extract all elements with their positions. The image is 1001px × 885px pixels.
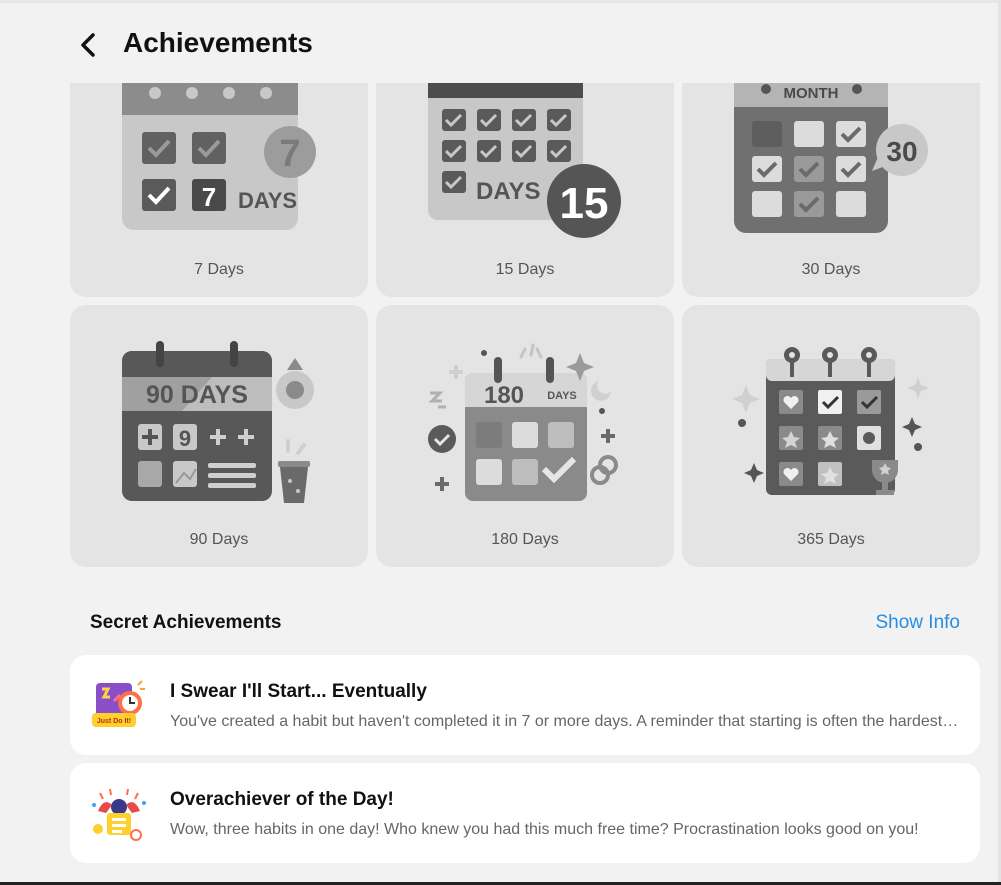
- show-info-link[interactable]: Show Info: [876, 612, 961, 634]
- badge-number: 7: [279, 133, 300, 175]
- just-do-it-icon: Just Do It!: [92, 680, 145, 727]
- secret-achievement-item[interactable]: Just Do It! I Swear I'll Start... Eventu…: [70, 655, 980, 755]
- number-text: 180: [484, 382, 524, 409]
- svg-text:9: 9: [179, 426, 191, 451]
- calendar-90-days-icon: 90 DAYS 9: [122, 341, 314, 503]
- achievement-label: 7 Days: [194, 261, 244, 278]
- achievement-label: 365 Days: [797, 531, 865, 548]
- badge-number: 15: [560, 179, 609, 228]
- chevron-left-icon: [81, 33, 95, 57]
- achievement-label: 180 Days: [491, 531, 559, 548]
- days-text: DAYS: [547, 390, 577, 402]
- secret-achievement-title: Overachiever of the Day!: [170, 789, 394, 810]
- secret-achievement-title: I Swear I'll Start... Eventually: [170, 681, 427, 702]
- back-button[interactable]: [70, 25, 106, 65]
- calendar-180-days-icon: 180 DAYS: [428, 343, 618, 501]
- days-text: DAYS: [238, 188, 297, 213]
- secret-achievement-item[interactable]: Overachiever of the Day! Wow, three habi…: [70, 763, 980, 863]
- svg-text:Just Do It!: Just Do It!: [97, 718, 131, 725]
- overachiever-icon: [92, 788, 146, 841]
- month-text: MONTH: [784, 85, 839, 102]
- badge-number: 30: [886, 136, 917, 167]
- page-title: Achievements: [123, 27, 313, 58]
- calendar-365-days-icon: [732, 347, 929, 495]
- badge-7-text: 7: [202, 182, 216, 212]
- secret-achievements-heading: Secret Achievements: [90, 612, 282, 633]
- header: Achievements: [0, 3, 998, 83]
- achievement-label: 90 Days: [189, 531, 249, 548]
- secret-achievement-description: You've created a habit but haven't compl…: [170, 713, 960, 730]
- days-text: DAYS: [476, 178, 540, 205]
- achievement-card-90-days[interactable]: 90 DAYS 9 90 Days: [70, 305, 368, 567]
- banner-text: 90 DAYS: [146, 381, 248, 409]
- secret-achievement-description: Wow, three habits in one day! Who knew y…: [170, 821, 919, 838]
- achievement-label: 30 Days: [801, 261, 861, 278]
- achievement-label: 15 Days: [495, 261, 555, 278]
- achievement-card-365-days[interactable]: 365 Days: [682, 305, 980, 567]
- achievement-card-180-days[interactable]: 180 DAYS 180 Days: [376, 305, 674, 567]
